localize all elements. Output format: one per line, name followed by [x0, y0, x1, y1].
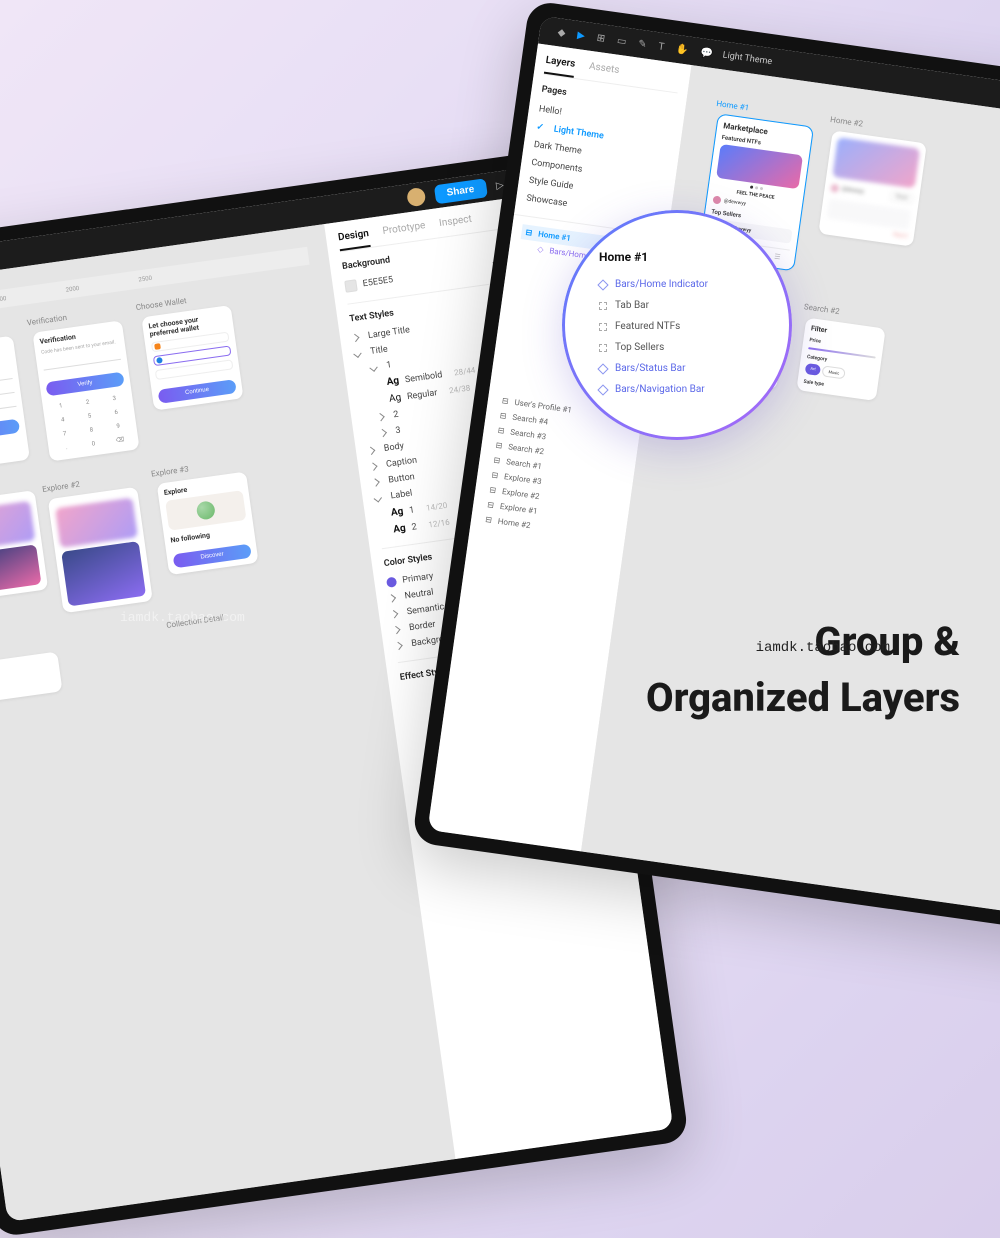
tab-layers[interactable]: Layers: [544, 55, 576, 78]
tab-prototype[interactable]: Prototype: [382, 220, 427, 245]
bg-hex[interactable]: E5E5E5: [362, 275, 394, 289]
orb-graphic: [196, 500, 216, 520]
tab-inspect[interactable]: Inspect: [438, 214, 473, 237]
seller-handle: @dewwyy: [724, 198, 747, 207]
watermark-text: iamdk.taobao.com: [120, 610, 245, 625]
numeric-keypad[interactable]: 123456789.0⌫: [48, 391, 133, 454]
artboard-explore1[interactable]: [0, 490, 48, 602]
tablet-right: ◆ ▶ ⊞ ▭ ✎ T ✋ 💬 Light Theme Layers Asset…: [412, 0, 1000, 939]
bg-swatch[interactable]: [344, 279, 358, 293]
figma-icon[interactable]: ◆: [557, 27, 566, 39]
layer-item[interactable]: Bars/Status Bar: [599, 358, 755, 379]
move-tool-icon[interactable]: ▶: [577, 29, 586, 41]
shape-tool-icon[interactable]: ▭: [616, 35, 627, 47]
profile-icon[interactable]: ☰: [774, 253, 781, 263]
comment-tool-icon[interactable]: 💬: [700, 47, 714, 60]
component-icon: [597, 384, 608, 395]
artboard-filter[interactable]: Filter Price Category Art Music Sale typ…: [796, 318, 885, 401]
blurred-hero: [55, 497, 138, 547]
artboard-wallet[interactable]: Let choose your preferred wallet Continu…: [141, 305, 243, 411]
frame-tool-icon[interactable]: ⊞: [596, 32, 606, 44]
blurred-hero: [0, 500, 35, 550]
artboard-search4[interactable]: [0, 651, 62, 703]
input[interactable]: [0, 399, 17, 418]
frame-icon: [599, 344, 607, 352]
tab-assets[interactable]: Assets: [587, 61, 620, 84]
bubble-heading: Home #1: [599, 250, 755, 264]
pen-tool-icon[interactable]: ✎: [637, 38, 647, 50]
credit-text: iamdk.taobao.com: [756, 640, 890, 656]
layer-item[interactable]: Featured NTFs: [599, 316, 755, 337]
artboard-explore2[interactable]: [48, 486, 153, 612]
layer-item[interactable]: Tab Bar: [599, 295, 755, 316]
share-button[interactable]: Share: [434, 178, 488, 204]
frame-icon: [599, 302, 607, 310]
frame-icon: [599, 323, 607, 331]
signup-button[interactable]: Sign up: [0, 419, 20, 444]
layer-item[interactable]: Bars/Navigation Bar: [599, 379, 755, 400]
layer-item[interactable]: Top Sellers: [599, 337, 755, 358]
artboard-home2[interactable]: @dewwyyShare Report: [818, 130, 927, 246]
tab-design[interactable]: Design: [337, 228, 370, 251]
coinbase-icon: [156, 357, 163, 364]
title-line2: Organized Layers: [646, 670, 960, 726]
artboard-explore3[interactable]: Explore No following Discover: [157, 471, 259, 575]
text-tool-icon[interactable]: T: [658, 41, 665, 53]
hand-tool-icon[interactable]: ✋: [675, 43, 689, 56]
file-name[interactable]: Light Theme: [722, 50, 773, 67]
layer-item[interactable]: Bars/Home Indicator: [599, 274, 755, 295]
action-button[interactable]: Discover: [172, 543, 251, 568]
component-icon: [597, 363, 608, 374]
artboard-verification[interactable]: Verification Code has been sent to your …: [32, 320, 139, 461]
continue-button[interactable]: Continue: [158, 379, 237, 404]
zoom-bubble: Home #1 Bars/Home Indicator Tab Bar Feat…: [562, 210, 792, 440]
component-icon: [597, 279, 608, 290]
metamask-icon: [154, 343, 161, 350]
artboard-signup[interactable]: Sign up Create new account Sign up: [0, 336, 30, 472]
user-avatar[interactable]: [406, 187, 426, 207]
hero-title: Group & Organized Layers: [646, 614, 960, 726]
